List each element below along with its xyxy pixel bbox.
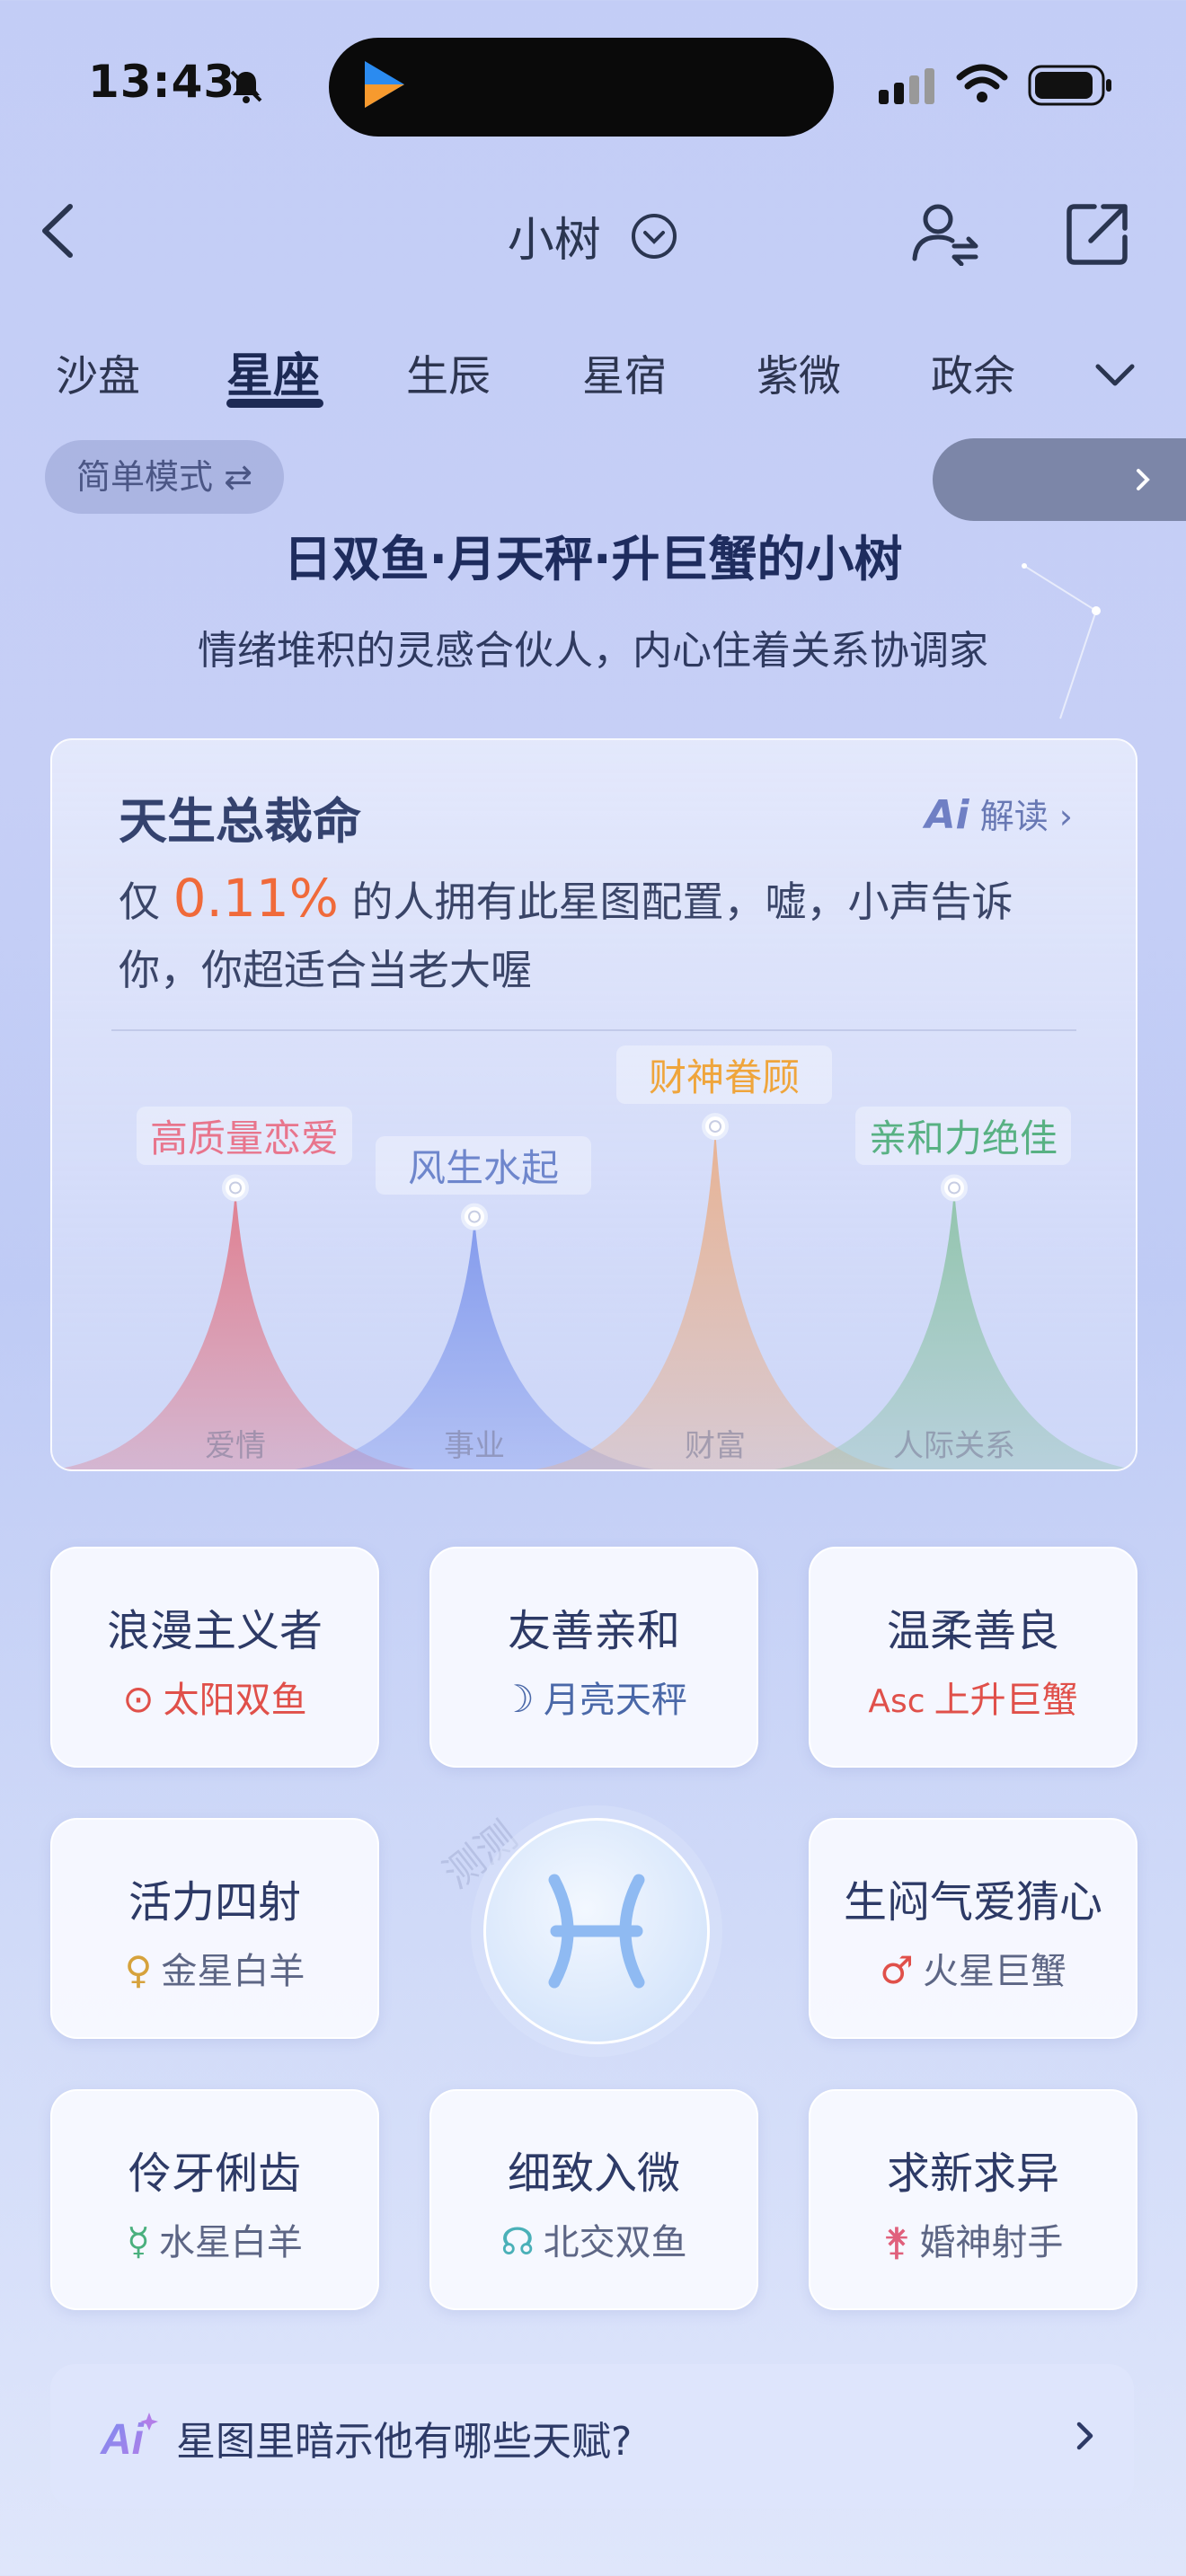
- trait-placement: ☽ 月亮天秤: [431, 1671, 757, 1723]
- tab-constellation[interactable]: 星座: [226, 338, 320, 405]
- chevron-right-icon: [1076, 2422, 1093, 2450]
- trait-placement: Asc 上升巨蟹: [810, 1671, 1136, 1723]
- app-logo-icon: [365, 61, 404, 108]
- placement-label: 上升巨蟹: [934, 1680, 1078, 1721]
- trait-placement: ☿ 水星白羊: [52, 2213, 377, 2265]
- peak-tag: 亲和力绝佳: [855, 1107, 1071, 1166]
- placement-label: 北交双鱼: [543, 2222, 687, 2263]
- moon-icon: ☽: [500, 1677, 535, 1721]
- placement-label: 太阳双鱼: [163, 1680, 307, 1721]
- peak-dot: [461, 1203, 488, 1231]
- peak-tag: 财神眷顾: [616, 1045, 832, 1105]
- peak-dot: [222, 1174, 249, 1202]
- placement-label: 火星巨蟹: [922, 1951, 1067, 1992]
- divider: [111, 1029, 1076, 1031]
- battery-icon: [1028, 65, 1111, 106]
- trait-card[interactable]: 伶牙俐齿 ☿ 水星白羊: [50, 2089, 379, 2310]
- placement-label: 婚神射手: [919, 2222, 1064, 2263]
- peak-tag: 高质量恋爱: [137, 1107, 352, 1166]
- tab-sandpan[interactable]: 沙盘: [56, 341, 140, 403]
- peak-axis-label: 人际关系: [893, 1428, 1015, 1464]
- tab-mansion[interactable]: 星宿: [582, 341, 667, 403]
- chevron-right-icon: ›: [1058, 797, 1073, 836]
- peak-tag: 风生水起: [376, 1135, 591, 1195]
- trait-placement: ☊ 北交双鱼: [431, 2213, 757, 2265]
- rarity-description: 仅 0.11% 的人拥有此星图配置，嘘，小声告诉你，你超适合当老大喔: [119, 864, 1071, 1004]
- chevron-right-icon: [1137, 469, 1150, 490]
- mars-icon: ♂: [880, 1948, 914, 1992]
- mute-bell-icon: [230, 70, 262, 103]
- trait-card[interactable]: 生闷气爱猜心 ♂ 火星巨蟹: [809, 1818, 1137, 2039]
- placement-label: 月亮天秤: [543, 1680, 687, 1721]
- trait-title: 生闷气爱猜心: [843, 1877, 1102, 1928]
- cellular-signal-icon: [879, 68, 934, 104]
- ai-icon: Ai: [925, 792, 969, 838]
- tabs-expand-chevron-icon[interactable]: [1093, 357, 1137, 393]
- side-banner-pill[interactable]: [933, 438, 1186, 521]
- chart-headline: 日双鱼·月天秤·升巨蟹的小树: [283, 531, 903, 587]
- trait-title: 活力四射: [128, 1877, 301, 1928]
- placement-label: 金星白羊: [161, 1951, 305, 1992]
- peak-dot: [941, 1174, 968, 1202]
- trait-placement: ⚵ 婚神射手: [810, 2213, 1136, 2265]
- ai-prompt-text: 星图里暗示他有哪些天赋?: [176, 2419, 633, 2465]
- trait-placement: ♂ 火星巨蟹: [810, 1942, 1136, 1994]
- sun-icon: ⊙: [122, 1677, 155, 1721]
- venus-icon: ♀: [124, 1948, 153, 1992]
- trait-card[interactable]: 浪漫主义者 ⊙ 太阳双鱼: [50, 1547, 379, 1768]
- sun-sign-badge[interactable]: [483, 1818, 710, 2044]
- placement-label: 水星白羊: [158, 2222, 303, 2263]
- ai-sparkle-icon: Ai: [100, 2413, 158, 2463]
- summary-card: 天生总裁命 Ai 解读 › 仅 0.11% 的人拥有此星图配置，嘘，小声告诉你，…: [50, 738, 1137, 1471]
- peak-dot: [702, 1113, 729, 1141]
- peak-axis-label: 财富: [685, 1428, 746, 1464]
- card-title: 天生总裁命: [119, 793, 361, 850]
- chevron-down-circle-icon: [632, 213, 677, 259]
- trait-card[interactable]: 活力四射 ♀ 金星白羊: [50, 1818, 379, 2039]
- trait-title: 伶牙俐齿: [128, 2148, 301, 2199]
- trait-card[interactable]: 求新求异 ⚵ 婚神射手: [809, 2089, 1137, 2310]
- north-node-icon: ☊: [500, 2219, 535, 2263]
- ai-read-label: 解读: [979, 797, 1049, 836]
- trait-title: 浪漫主义者: [106, 1606, 323, 1656]
- pisces-icon: [548, 1874, 645, 1989]
- active-tab-indicator: [226, 399, 323, 408]
- trait-title: 细致入微: [507, 2148, 680, 2199]
- trait-title: 温柔善良: [886, 1606, 1059, 1656]
- page-title: 小树: [507, 214, 601, 268]
- juno-icon: ⚵: [882, 2219, 911, 2263]
- wifi-icon: [956, 64, 1008, 102]
- tab-zhengyu[interactable]: 政余: [931, 341, 1015, 403]
- chart-subline: 情绪堆积的灵感合伙人，内心住着关系协调家: [198, 628, 988, 674]
- talent-peaks-chart: [56, 1113, 1134, 1469]
- ai-talent-prompt-bar[interactable]: Ai 星图里暗示他有哪些天赋?: [50, 2364, 1134, 2508]
- mercury-icon: ☿: [127, 2219, 150, 2263]
- simple-mode-toggle[interactable]: 简单模式 ⇄: [45, 440, 284, 514]
- trait-card[interactable]: 温柔善良 Asc 上升巨蟹: [809, 1547, 1137, 1768]
- tab-ziwei[interactable]: 紫微: [757, 341, 841, 403]
- peak-axis-label: 事业: [444, 1428, 505, 1464]
- rarity-percent: 0.11%: [173, 868, 339, 929]
- svg-text:Ai: Ai: [100, 2416, 146, 2463]
- status-time: 13:43: [88, 56, 236, 108]
- peak-axis-label: 爱情: [205, 1428, 266, 1464]
- trait-title: 友善亲和: [507, 1606, 680, 1656]
- trait-card[interactable]: 细致入微 ☊ 北交双鱼: [429, 2089, 758, 2310]
- ascendant-icon: Asc: [868, 1683, 925, 1720]
- trait-placement: ⊙ 太阳双鱼: [52, 1671, 377, 1723]
- ai-interpret-link[interactable]: Ai 解读 ›: [925, 789, 1073, 838]
- desc-prefix: 仅: [119, 878, 173, 926]
- trait-title: 求新求异: [886, 2148, 1059, 2199]
- trait-placement: ♀ 金星白羊: [52, 1942, 377, 1994]
- switch-profile-button[interactable]: [909, 199, 981, 266]
- share-button[interactable]: [1064, 201, 1130, 268]
- trait-card[interactable]: 友善亲和 ☽ 月亮天秤: [429, 1547, 758, 1768]
- profile-selector[interactable]: 小树: [0, 202, 1186, 269]
- tab-birth[interactable]: 生辰: [406, 341, 491, 403]
